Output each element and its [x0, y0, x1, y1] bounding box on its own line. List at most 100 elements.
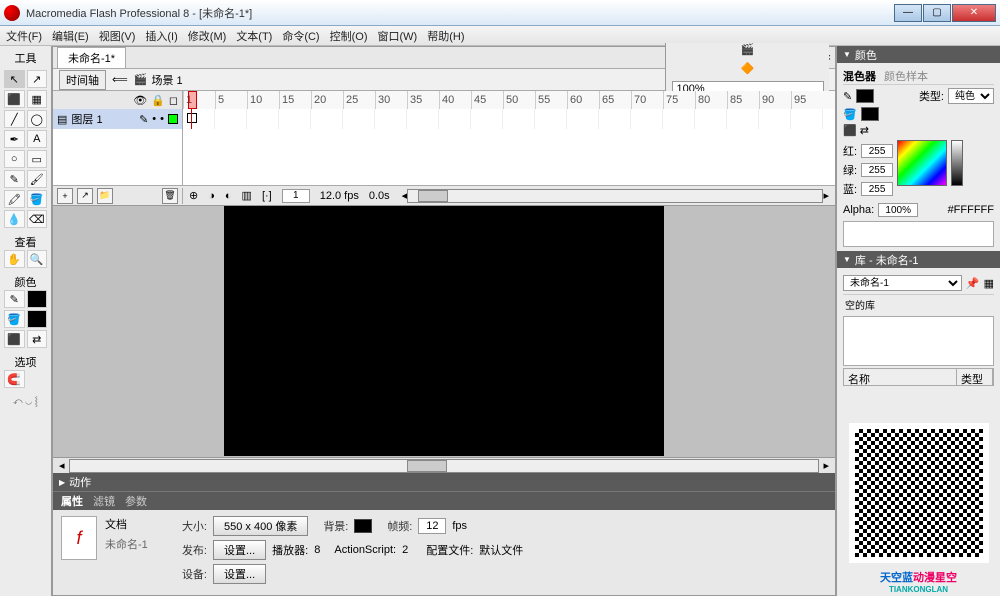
stage-workspace[interactable]	[53, 206, 835, 457]
outline-column-icon[interactable]: ◻	[169, 94, 178, 107]
onion-markers-icon[interactable]: [·]	[262, 190, 272, 202]
menu-control[interactable]: 控制(O)	[330, 28, 368, 44]
layer-row[interactable]: ▤ 图层 1 ✎ ••	[53, 109, 183, 129]
new-library-icon[interactable]: ▦	[984, 277, 994, 290]
center-frame-icon[interactable]: ⊕	[189, 189, 198, 202]
menu-text[interactable]: 文本(T)	[236, 28, 272, 44]
menu-view[interactable]: 视图(V)	[99, 28, 136, 44]
delete-layer-button[interactable]: 🗑	[162, 188, 178, 204]
eye-column-icon[interactable]: 👁	[133, 94, 147, 107]
green-input[interactable]	[861, 163, 893, 177]
document-tab[interactable]: 未命名-1*	[57, 47, 126, 68]
menu-commands[interactable]: 命令(C)	[282, 28, 319, 44]
stroke-picker-icon[interactable]: ✎	[843, 90, 852, 103]
add-layer-button[interactable]: +	[57, 188, 73, 204]
tab-parameters[interactable]: 参数	[125, 493, 147, 509]
publish-settings-button[interactable]: 设置...	[213, 540, 266, 560]
stroke-color[interactable]: ✎	[4, 290, 25, 308]
background-color-swatch[interactable]	[354, 519, 372, 533]
red-input[interactable]	[861, 144, 893, 158]
stage-canvas[interactable]	[224, 206, 664, 456]
scene-name[interactable]: 场景 1	[151, 72, 182, 88]
lasso-tool[interactable]: ◯	[27, 110, 48, 128]
stage-h-scrollbar[interactable]: ◂▸	[53, 457, 835, 473]
tab-mixer[interactable]: 混色器	[843, 68, 876, 84]
fill-swatch[interactable]	[27, 310, 48, 328]
pencil-tool[interactable]: ✎	[4, 170, 25, 188]
device-settings-button[interactable]: 设置...	[213, 564, 266, 584]
color-modes-icon[interactable]: ⬛ ⇄	[843, 124, 869, 137]
swap-colors[interactable]: ⇄	[27, 330, 48, 348]
paint-bucket-tool[interactable]: 🪣	[27, 190, 48, 208]
edit-scene-icon[interactable]: 🎬	[741, 43, 755, 56]
current-frame-field[interactable]	[282, 189, 310, 203]
size-button[interactable]: 550 x 400 像素	[213, 516, 308, 536]
lock-column-icon[interactable]: 🔒	[151, 94, 165, 107]
color-spectrum[interactable]	[897, 140, 947, 186]
scroll-right-icon[interactable]: ▸	[823, 189, 829, 202]
menu-modify[interactable]: 修改(M)	[188, 28, 227, 44]
fill-type-select[interactable]: 纯色	[948, 88, 994, 104]
luminance-bar[interactable]	[951, 140, 963, 186]
menu-edit[interactable]: 编辑(E)	[52, 28, 89, 44]
eraser-tool[interactable]: ⌫	[27, 210, 48, 228]
color-panel-title[interactable]: 颜色	[837, 46, 1000, 63]
oval-tool[interactable]: ○	[4, 150, 25, 168]
col-name[interactable]: 名称	[844, 369, 957, 385]
window-close-button[interactable]	[952, 4, 996, 22]
fill-color[interactable]: 🪣	[4, 310, 25, 328]
tab-swatches[interactable]: 颜色样本	[884, 68, 928, 84]
tab-properties[interactable]: 属性	[61, 493, 83, 509]
onion-skin-icon[interactable]: ◑	[208, 190, 215, 202]
add-guide-layer-button[interactable]: ↗	[77, 188, 93, 204]
library-doc-select[interactable]: 未命名-1	[843, 275, 962, 291]
edit-symbol-icon[interactable]: 🔶	[741, 62, 755, 75]
layer-name[interactable]: 图层 1	[71, 111, 102, 127]
brush-tool[interactable]: 🖌	[27, 170, 48, 188]
timeline-toggle-button[interactable]: 时间轴	[59, 70, 106, 90]
menu-file[interactable]: 文件(F)	[6, 28, 42, 44]
pen-tool[interactable]: ✒	[4, 130, 25, 148]
timeline-ruler[interactable]: 1 5 10 15 20 25 30 35 40 45 50 55 60 65 …	[183, 91, 835, 109]
menu-help[interactable]: 帮助(H)	[427, 28, 464, 44]
rectangle-tool[interactable]: ▭	[27, 150, 48, 168]
line-tool[interactable]: ╱	[4, 110, 25, 128]
subselection-tool[interactable]: ↗	[27, 70, 48, 88]
default-colors[interactable]: ⬛	[4, 330, 25, 348]
snap-option[interactable]: 🧲	[4, 370, 25, 388]
ink-bottle-tool[interactable]: 🖍	[4, 190, 25, 208]
keyframe[interactable]	[187, 113, 197, 123]
col-type[interactable]: 类型	[957, 369, 993, 385]
fill-picker-icon[interactable]: 🪣	[843, 108, 857, 121]
back-icon[interactable]: ⟸	[112, 73, 128, 86]
library-panel-title[interactable]: 库 - 未命名-1	[837, 251, 1000, 268]
zoom-tool[interactable]: 🔍	[27, 250, 48, 268]
eyedropper-tool[interactable]: 💧	[4, 210, 25, 228]
stroke-color-swatch[interactable]	[856, 89, 874, 103]
playhead[interactable]	[188, 91, 197, 109]
menu-insert[interactable]: 插入(I)	[145, 28, 177, 44]
free-transform-tool[interactable]: ⬛	[4, 90, 25, 108]
timeline-scrollbar[interactable]	[407, 189, 823, 203]
framerate-input[interactable]	[418, 518, 446, 534]
hex-value[interactable]: #FFFFFF	[948, 204, 994, 216]
alpha-input[interactable]	[878, 203, 918, 217]
frames-track[interactable]	[183, 109, 835, 129]
stroke-swatch[interactable]	[27, 290, 48, 308]
edit-multiple-icon[interactable]: ▥	[242, 189, 252, 202]
actions-panel-title[interactable]: 动作	[53, 473, 835, 491]
gradient-tool[interactable]: ▦	[27, 90, 48, 108]
fill-color-swatch[interactable]	[861, 107, 879, 121]
menu-window[interactable]: 窗口(W)	[378, 28, 418, 44]
hand-tool[interactable]: ✋	[4, 250, 25, 268]
selection-tool[interactable]: ↖	[4, 70, 25, 88]
tab-filters[interactable]: 滤镜	[93, 493, 115, 509]
window-minimize-button[interactable]	[894, 4, 922, 22]
window-maximize-button[interactable]	[923, 4, 951, 22]
add-folder-button[interactable]: 📁	[97, 188, 113, 204]
pin-library-icon[interactable]: 📌	[966, 277, 980, 290]
onion-outline-icon[interactable]: ◐	[225, 190, 232, 202]
layer-outline-swatch[interactable]	[168, 114, 178, 124]
blue-input[interactable]	[861, 182, 893, 196]
text-tool[interactable]: A	[27, 130, 48, 148]
